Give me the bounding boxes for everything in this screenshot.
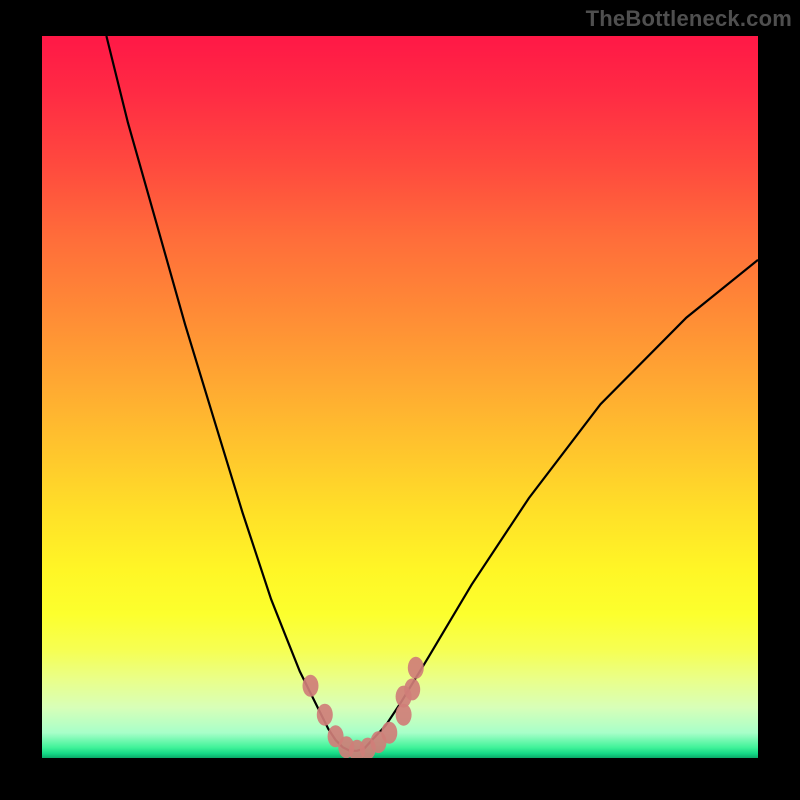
bottleneck-curve: [106, 36, 758, 751]
highlight-dot: [381, 722, 397, 744]
highlight-dot: [408, 657, 424, 679]
plot-area: [42, 36, 758, 758]
highlight-dots: [303, 657, 424, 758]
watermark-text: TheBottleneck.com: [586, 6, 792, 32]
chart-svg: [42, 36, 758, 758]
highlight-dot: [303, 675, 319, 697]
highlight-dot: [317, 704, 333, 726]
highlight-dot: [404, 678, 420, 700]
